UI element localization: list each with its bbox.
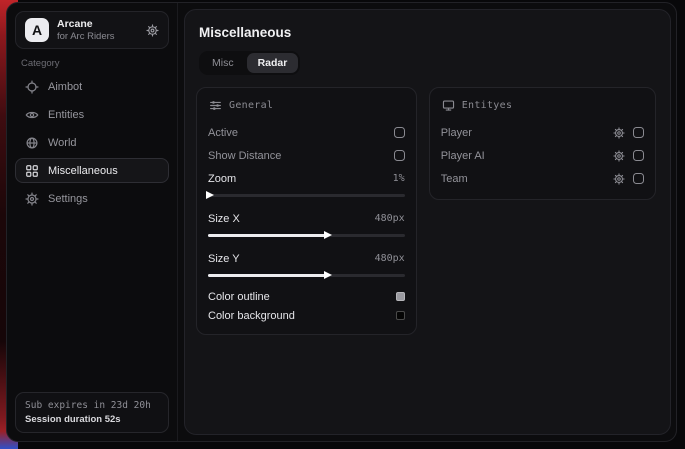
setting-row-zoom: Zoom 1%: [208, 167, 405, 190]
sidebar-item-settings[interactable]: Settings: [15, 186, 169, 211]
sidebar-item-miscellaneous[interactable]: Miscellaneous: [15, 158, 169, 183]
sidebar-item-label: Settings: [48, 193, 88, 205]
sidebar-item-aimbot[interactable]: Aimbot: [15, 74, 169, 99]
zoom-slider[interactable]: [208, 190, 405, 201]
tab-bar: Misc Radar: [199, 51, 300, 75]
cards-row: General Active Show Distance Zoom 1%: [196, 87, 656, 335]
sidebar-item-label: Miscellaneous: [48, 165, 118, 177]
size-y-slider[interactable]: [208, 270, 405, 281]
player-ai-checkbox[interactable]: [633, 150, 644, 161]
gear-icon[interactable]: [613, 127, 625, 139]
sidebar-item-label: World: [48, 137, 77, 149]
sidebar-nav: Aimbot Entities World Miscellaneous Sett…: [15, 74, 169, 214]
size-x-slider[interactable]: [208, 230, 405, 241]
setting-label: Size Y: [208, 253, 240, 265]
sliders-icon: [209, 99, 222, 112]
setting-row-active: Active: [208, 121, 405, 144]
tab-misc[interactable]: Misc: [201, 53, 245, 73]
setting-label: Color outline: [208, 291, 270, 303]
entities-panel: Entityes Player Player AI: [429, 87, 656, 200]
main-panel: Miscellaneous Misc Radar General Active: [184, 9, 671, 435]
category-label: Category: [21, 58, 60, 69]
sidebar-item-entities[interactable]: Entities: [15, 102, 169, 127]
entity-controls: [613, 150, 644, 162]
sidebar-item-label: Entities: [48, 109, 84, 121]
setting-row-color-background: Color background: [208, 306, 405, 325]
setting-row-color-outline: Color outline: [208, 287, 405, 306]
setting-label: Active: [208, 127, 238, 139]
crosshair-icon: [25, 80, 39, 94]
app-subtitle: for Arc Riders: [57, 31, 115, 42]
entity-row-team: Team: [441, 167, 644, 190]
entity-label: Player AI: [441, 150, 485, 162]
entities-panel-header: Entityes: [442, 99, 644, 112]
entity-label: Team: [441, 173, 468, 185]
app-name: Arcane: [57, 18, 115, 30]
size-x-value: 480px: [375, 213, 405, 224]
active-checkbox[interactable]: [394, 127, 405, 138]
monitor-icon: [442, 99, 455, 112]
gear-icon[interactable]: [146, 24, 159, 37]
setting-label: Zoom: [208, 173, 236, 185]
globe-icon: [25, 136, 39, 150]
show-distance-checkbox[interactable]: [394, 150, 405, 161]
grid-icon: [25, 164, 39, 178]
sidebar: A Arcane for Arc Riders Category Aimbot …: [7, 3, 178, 441]
session-duration: Session duration 52s: [25, 414, 159, 425]
app-header-card: A Arcane for Arc Riders: [15, 11, 169, 49]
gear-icon[interactable]: [613, 150, 625, 162]
entity-label: Player: [441, 127, 472, 139]
tab-radar[interactable]: Radar: [247, 53, 299, 73]
subscription-expiry: Sub expires in 23d 20h: [25, 400, 159, 411]
app-logo: A: [25, 18, 49, 42]
setting-row-size-y: Size Y 480px: [208, 247, 405, 270]
slider-track: [208, 194, 405, 197]
panel-title: Entityes: [462, 100, 513, 111]
desktop: A Arcane for Arc Riders Category Aimbot …: [0, 0, 685, 449]
gear-icon[interactable]: [613, 173, 625, 185]
entity-row-player-ai: Player AI: [441, 144, 644, 167]
app-title-block: Arcane for Arc Riders: [57, 18, 115, 42]
setting-row-show-distance: Show Distance: [208, 144, 405, 167]
subscription-box: Sub expires in 23d 20h Session duration …: [15, 392, 169, 433]
sidebar-item-world[interactable]: World: [15, 130, 169, 155]
team-checkbox[interactable]: [633, 173, 644, 184]
general-panel: General Active Show Distance Zoom 1%: [196, 87, 417, 335]
size-y-value: 480px: [375, 253, 405, 264]
slider-thumb[interactable]: [324, 271, 332, 279]
setting-row-size-x: Size X 480px: [208, 207, 405, 230]
entity-row-player: Player: [441, 121, 644, 144]
sidebar-item-label: Aimbot: [48, 81, 82, 93]
slider-thumb[interactable]: [324, 231, 332, 239]
page-title: Miscellaneous: [199, 25, 656, 40]
panel-title: General: [229, 100, 273, 111]
entity-controls: [613, 127, 644, 139]
setting-label: Show Distance: [208, 150, 281, 162]
general-panel-header: General: [209, 99, 405, 112]
color-outline-swatch[interactable]: [396, 292, 405, 301]
player-checkbox[interactable]: [633, 127, 644, 138]
slider-thumb[interactable]: [206, 191, 214, 199]
entity-controls: [613, 173, 644, 185]
slider-fill: [208, 234, 326, 237]
setting-label: Size X: [208, 213, 240, 225]
app-window: A Arcane for Arc Riders Category Aimbot …: [6, 2, 677, 442]
eye-icon: [25, 108, 39, 122]
slider-fill: [208, 274, 326, 277]
gear-icon: [25, 192, 39, 206]
color-background-swatch[interactable]: [396, 311, 405, 320]
zoom-value: 1%: [393, 173, 405, 184]
setting-label: Color background: [208, 310, 295, 322]
